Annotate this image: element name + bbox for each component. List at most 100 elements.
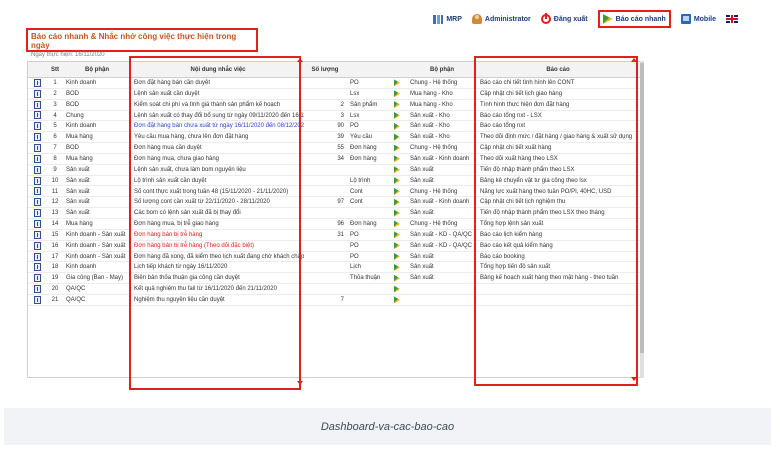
table-row[interactable]: 10 Sản xuất Lộ trình sản xuất cần duyệt Lộ … [28, 176, 640, 187]
report-link[interactable]: Cập nhật chi tiết lịch giao hàng [478, 89, 638, 99]
table-row[interactable]: 1 Kinh doanh Đơn đặt hàng bán cần duyệt PO C… [28, 78, 640, 89]
report-link-icon[interactable] [394, 187, 408, 197]
reminder-link[interactable]: Yêu cầu mua hàng, chưa lên đơn đặt hàng [132, 132, 304, 142]
reminder-link[interactable]: Lệnh sản xuất có thay đổi bổ sung từ ngà… [132, 111, 304, 121]
edit-row-button[interactable] [28, 230, 46, 240]
report-link[interactable]: Báo cáo kết quả kiểm hàng [478, 241, 638, 251]
edit-row-button[interactable] [28, 78, 46, 88]
reminder-link[interactable]: Kết quả nghiệm thu fail từ 16/11/2020 đế… [132, 284, 304, 294]
report-link-icon[interactable] [394, 252, 408, 262]
reminder-link[interactable]: Đơn hàng đã xong, đã kiểm theo lịch xuất… [132, 252, 304, 262]
report-link[interactable] [478, 295, 638, 305]
report-link[interactable]: Theo dõi định mức / đặt hàng / giao hàng… [478, 132, 638, 142]
reminder-link[interactable]: Đơn hàng bán bị trễ hàng (Theo dõi đặc b… [132, 241, 304, 251]
report-link[interactable]: Tiến độ nhập thành phẩm theo LSX [478, 165, 638, 175]
report-link[interactable]: Báo cáo booking [478, 252, 638, 262]
edit-row-button[interactable] [28, 252, 46, 262]
report-link-icon[interactable] [394, 165, 408, 175]
edit-row-button[interactable] [28, 132, 46, 142]
report-link-icon[interactable] [394, 121, 408, 131]
nav-mrp[interactable]: MRP [433, 14, 462, 24]
edit-row-button[interactable] [28, 121, 46, 131]
report-link-icon[interactable] [394, 273, 408, 283]
table-row[interactable]: 3 BOD Kiểm soát chi phí và tình giá thành … [28, 100, 640, 111]
table-scrollbar[interactable] [640, 61, 644, 378]
table-row[interactable]: 20 QA/QC Kết quả nghiệm thu fail từ 16/11/… [28, 284, 640, 295]
report-link-icon[interactable] [394, 154, 408, 164]
table-row[interactable]: 16 Kinh doanh - Sản xuất Đơn hàng bán bị t… [28, 241, 640, 252]
report-link[interactable]: Năng lực xuất hàng theo tuần PO/PI, 40HC… [478, 187, 638, 197]
report-link-icon[interactable] [394, 78, 408, 88]
report-link-icon[interactable] [394, 176, 408, 186]
reminder-link[interactable]: Đơn hàng mua, chưa giao hàng [132, 154, 304, 164]
nav-administrator[interactable]: Administrator [471, 14, 531, 24]
report-link-icon[interactable] [394, 111, 408, 121]
reminder-link[interactable]: Đơn hàng mua cần duyệt [132, 143, 304, 153]
edit-row-button[interactable] [28, 197, 46, 207]
reminder-link[interactable]: Các bom có lệnh sản xuất đã bị thay đổi [132, 208, 304, 218]
table-row[interactable]: 9 Sản xuất Lệnh sản xuất, chưa làm bom ngu… [28, 165, 640, 176]
table-row[interactable]: 2 BOD Lệnh sản xuất cần duyệt Lsx Mua hàng -… [28, 89, 640, 100]
edit-row-button[interactable] [28, 89, 46, 99]
report-link[interactable]: Báo cáo tổng nxt [478, 121, 638, 131]
report-link-icon[interactable] [394, 284, 408, 294]
table-row[interactable]: 8 Mua hàng Đơn hàng mua, chưa giao hàng 34 Đ… [28, 154, 640, 165]
table-row[interactable]: 14 Mua hàng Đơn hàng mua, bị trễ giao hàng… [28, 219, 640, 230]
table-row[interactable]: 12 Sản xuất Số lượng cont cần xuất từ 22/1… [28, 197, 640, 209]
reminder-link[interactable]: Lịch tiếp khách từ ngày 16/11/2020 [132, 262, 304, 272]
edit-row-button[interactable] [28, 111, 46, 121]
report-link[interactable] [478, 284, 638, 294]
report-link-icon[interactable] [394, 143, 408, 153]
report-link[interactable]: Cập nhật chi tiết lịch nghiệm thu [478, 197, 638, 207]
edit-row-button[interactable] [28, 295, 46, 305]
reminder-link[interactable]: Lộ trình sản xuất cần duyệt [132, 176, 304, 186]
table-row[interactable]: 4 Chung Lệnh sản xuất có thay đổi bổ sung … [28, 111, 640, 122]
report-link[interactable]: Tổng hợp tiến độ sản xuất [478, 262, 638, 272]
nav-logout[interactable]: Đăng xuất [540, 13, 588, 24]
edit-row-button[interactable] [28, 208, 46, 218]
edit-row-button[interactable] [28, 165, 46, 175]
report-link-icon[interactable] [394, 219, 408, 229]
report-link[interactable]: Theo dõi xuất hàng theo LSX [478, 154, 638, 164]
report-link[interactable]: Tình hình thực hiện đơn đặt hàng [478, 100, 638, 110]
reminder-link[interactable]: Số lượng cont cần xuất từ 22/11/2020 - 2… [132, 197, 304, 207]
report-link[interactable]: Bảng kế hoạch xuất hàng theo mặt hàng - … [478, 273, 638, 283]
report-link-icon[interactable] [394, 208, 408, 218]
edit-row-button[interactable] [28, 241, 46, 251]
reminder-link[interactable]: Số cont thực xuất trong tuần 48 (15/11/2… [132, 187, 304, 197]
report-link-icon[interactable] [394, 262, 408, 272]
edit-row-button[interactable] [28, 176, 46, 186]
reminder-link[interactable]: Nghiệm thu nguyên liệu cần duyệt [132, 295, 304, 305]
edit-row-button[interactable] [28, 219, 46, 229]
report-link-icon[interactable] [394, 132, 408, 142]
report-link[interactable]: Báo cáo tổng nxt - LSX [478, 111, 638, 121]
reminder-link[interactable]: Lệnh sản xuất cần duyệt [132, 89, 304, 99]
edit-row-button[interactable] [28, 154, 46, 164]
table-row[interactable]: 5 Kinh doanh Đơn đặt hàng bán chưa xuất từ… [28, 121, 640, 133]
report-link-icon[interactable] [394, 89, 408, 99]
edit-row-button[interactable] [28, 100, 46, 110]
reminder-link[interactable]: Đơn đặt hàng bán chưa xuất từ ngày 16/11… [132, 121, 304, 131]
nav-quick-report[interactable]: Báo cáo nhanh [597, 10, 671, 28]
edit-row-button[interactable] [28, 262, 46, 272]
report-link-icon[interactable] [394, 241, 408, 251]
report-link-icon[interactable] [394, 100, 408, 110]
reminder-link[interactable]: Đơn hàng bán bị trễ hàng [132, 230, 304, 240]
report-link-icon[interactable] [394, 197, 408, 207]
report-link[interactable]: Bảng kê chuyển vật tư gia công theo lsx [478, 176, 638, 186]
edit-row-button[interactable] [28, 187, 46, 197]
report-link[interactable]: Báo cáo lịch kiểm hàng [478, 230, 638, 240]
table-row[interactable]: 7 BOD Đơn hàng mua cần duyệt 55 Đơn hàng Chun… [28, 143, 640, 154]
edit-row-button[interactable] [28, 273, 46, 283]
reminder-link[interactable]: Lệnh sản xuất, chưa làm bom nguyên liệu [132, 165, 304, 175]
table-row[interactable]: 13 Sản xuất Các bom có lệnh sản xuất đã bị… [28, 208, 640, 220]
report-link-icon[interactable] [394, 230, 408, 240]
reminder-link[interactable]: Biên bản thỏa thuận gia công cần duyệt [132, 273, 304, 283]
reminder-link[interactable]: Đơn đặt hàng bán cần duyệt [132, 78, 304, 88]
table-row[interactable]: 19 Gia công (Ban - May) Biên bản thỏa thuậ… [28, 273, 640, 285]
table-row[interactable]: 18 Kinh doanh Lịch tiếp khách từ ngày 16/1… [28, 262, 640, 274]
reminder-link[interactable]: Đơn hàng mua, bị trễ giao hàng [132, 219, 304, 229]
edit-row-button[interactable] [28, 284, 46, 294]
nav-mobile[interactable]: Mobile [680, 14, 716, 24]
edit-row-button[interactable] [28, 143, 46, 153]
